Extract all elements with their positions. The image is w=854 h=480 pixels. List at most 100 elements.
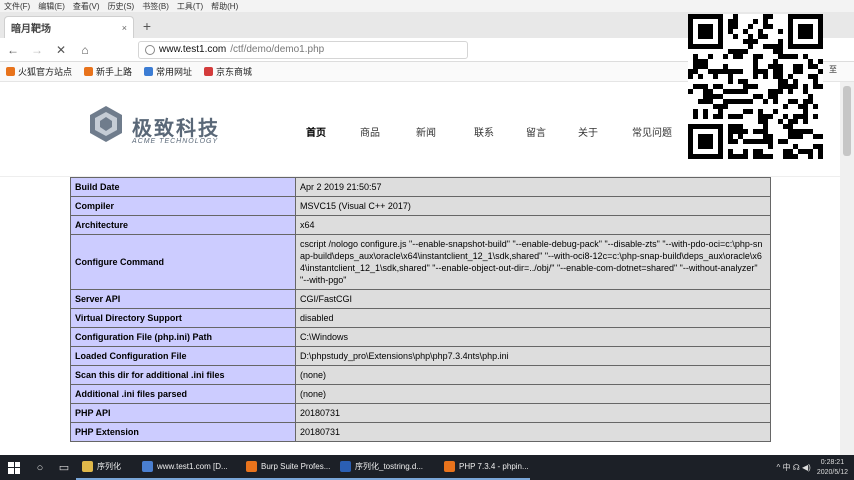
bookmark-label: 火狐官方站点: [18, 67, 73, 77]
table-row: Scan this dir for additional .ini files(…: [70, 365, 771, 385]
home-icon[interactable]: ⌂: [78, 43, 92, 57]
task-view-icon[interactable]: ▭: [52, 455, 76, 480]
taskbar-app[interactable]: Burp Suite Profes...: [240, 455, 334, 480]
bookmark-favicon-icon: [6, 67, 15, 76]
tab-title: 暗月靶场: [11, 24, 51, 35]
taskbar-app-icon: [444, 461, 455, 472]
table-row: Additional .ini files parsed (none): [70, 384, 771, 404]
scrollbar-thumb[interactable]: [843, 86, 851, 156]
taskbar-app[interactable]: 序列化: [76, 455, 136, 480]
table-row: Configuration File (php.ini) Path C:\Wind…: [70, 327, 771, 347]
taskbar-app-label: PHP 7.3.4 - phpin...: [459, 462, 529, 471]
menu-item[interactable]: 查看(V): [73, 1, 100, 12]
start-button[interactable]: [0, 455, 28, 480]
table-row-key: Loaded Configuration File: [70, 346, 296, 366]
taskbar: ○ ▭ 序列化 www.test1.com [D... Burp Suite Pro…: [0, 455, 854, 480]
tray-icons[interactable]: ^ 中 ☊ ◀): [777, 462, 811, 473]
menu-item[interactable]: 帮助(H): [211, 1, 238, 12]
clock-time: 0:28:21: [820, 458, 845, 466]
taskbar-app[interactable]: 序列化_tostring.d...: [334, 455, 438, 480]
site-nav-item[interactable]: 留言: [526, 124, 578, 139]
bookmark-favicon-icon: [84, 67, 94, 76]
tab-close-icon[interactable]: ×: [122, 23, 127, 33]
logo-subtext: ACME TECHNOLOGY: [132, 138, 219, 145]
bookmark-item[interactable]: 新手上路: [84, 65, 132, 78]
site-nav-item[interactable]: 联系: [474, 124, 526, 139]
bookmark-label: 常用网址: [156, 67, 193, 77]
site-nav-item[interactable]: 关于: [578, 124, 632, 139]
new-tab-button[interactable]: +: [138, 18, 156, 36]
screen: 文件(F) 编辑(E) 查看(V) 历史(S) 书签(B) 工具(T) 帮助(H) 暗月靶场…: [0, 0, 854, 480]
table-row-value: disabled: [295, 308, 771, 328]
back-arrow-icon[interactable]: ←: [6, 43, 20, 57]
phpinfo-table: Build Date Apr 2 2019 21:50:57 Compiler MSV…: [70, 177, 771, 442]
logo-text[interactable]: 极致科技: [132, 112, 220, 141]
taskbar-apps: 序列化 www.test1.com [D... Burp Suite Profes.…: [76, 455, 530, 480]
table-row-value: 20180731: [295, 403, 771, 423]
table-row-value: MSVC15 (Visual C++ 2017): [295, 196, 771, 216]
phpinfo-table-container: Build Date Apr 2 2019 21:50:57 Compiler MSV…: [70, 177, 771, 455]
url-bar[interactable]: www.test1.com/ctf/demo/demo1.php: [138, 40, 468, 59]
table-row-value: CGI/FastCGI: [295, 289, 771, 309]
url-path: /ctf/demo/demo1.php: [230, 44, 325, 55]
table-row: Configure Command cscript /nologo configu…: [70, 234, 771, 290]
site-nav-item[interactable]: 首页: [306, 124, 360, 139]
menu-item[interactable]: 书签(B): [142, 1, 169, 12]
stop-icon[interactable]: ✕: [54, 43, 68, 57]
table-row-key: PHP Extension: [70, 422, 296, 442]
taskbar-app-label: 序列化_tostring.d...: [355, 462, 424, 471]
bookmark-item[interactable]: 火狐官方站点: [6, 65, 72, 78]
taskbar-app-icon: [82, 461, 93, 472]
taskbar-app-label: Burp Suite Profes...: [261, 462, 331, 471]
table-row: Server API CGI/FastCGI: [70, 289, 771, 309]
bookmark-item[interactable]: 京东商城: [204, 65, 252, 78]
clock-date: 2020/5/12: [816, 468, 848, 476]
url-host: www.test1.com: [159, 44, 227, 55]
table-row-key: Configure Command: [70, 234, 296, 290]
taskbar-app[interactable]: www.test1.com [D...: [136, 455, 240, 480]
bookmark-favicon-icon: [144, 67, 154, 76]
tab-active[interactable]: 暗月靶场 ×: [4, 16, 134, 38]
bookmark-favicon-icon: [204, 67, 214, 76]
site-nav-item[interactable]: 新闻: [416, 124, 474, 139]
site-nav-item[interactable]: 常见问题: [632, 124, 692, 139]
table-row-value: Apr 2 2019 21:50:57: [295, 177, 771, 197]
bookmark-item[interactable]: 常用网址: [144, 65, 192, 78]
table-row-key: PHP API: [70, 403, 296, 423]
table-row-value: 20180731: [295, 422, 771, 442]
table-row-key: Configuration File (php.ini) Path: [70, 327, 296, 347]
table-row-key: Additional .ini files parsed: [70, 384, 296, 404]
site-nav: 首页 商品 新闻 联系 留言 关于 常见问题: [306, 124, 692, 139]
table-row-key: Compiler: [70, 196, 296, 216]
table-row-value: (none): [295, 384, 771, 404]
logo-hexagon-icon: [90, 106, 122, 142]
clock[interactable]: 0:28:21 2020/5/12: [817, 458, 848, 478]
table-row-value: (none): [295, 365, 771, 385]
menu-item[interactable]: 编辑(E): [38, 1, 65, 12]
taskbar-app-icon: [142, 461, 153, 472]
taskbar-app-label: www.test1.com [D...: [157, 462, 228, 471]
site-nav-item[interactable]: 商品: [360, 124, 416, 139]
taskbar-app-icon: [340, 461, 351, 472]
menu-item[interactable]: 历史(S): [108, 1, 135, 12]
globe-icon: [145, 44, 155, 55]
windows-logo-icon: [8, 461, 20, 474]
taskbar-app[interactable]: PHP 7.3.4 - phpin...: [438, 455, 530, 480]
search-icon[interactable]: ○: [28, 455, 52, 480]
forward-arrow-icon[interactable]: →: [30, 43, 44, 57]
menu-item[interactable]: 工具(T): [177, 1, 203, 12]
table-row-value: D:\phpstudy_pro\Extensions\php\php7.3.4n…: [295, 346, 771, 366]
table-row-key: Virtual Directory Support: [70, 308, 296, 328]
table-row: PHP API 20180731: [70, 403, 771, 423]
table-row-key: Server API: [70, 289, 296, 309]
table-row: Build Date Apr 2 2019 21:50:57: [70, 177, 771, 197]
overlay-side-text: 至: [829, 65, 837, 74]
menu-item[interactable]: 文件(F): [4, 1, 30, 12]
qr-code-overlay: [688, 14, 823, 159]
table-row: PHP Extension 20180731: [70, 422, 771, 442]
table-row-value: x64: [295, 215, 771, 235]
table-row-key: Build Date: [70, 177, 296, 197]
table-row: Loaded Configuration File D:\phpstudy_pro…: [70, 346, 771, 366]
table-row-key: Architecture: [70, 215, 296, 235]
page-scrollbar[interactable]: [840, 82, 854, 455]
